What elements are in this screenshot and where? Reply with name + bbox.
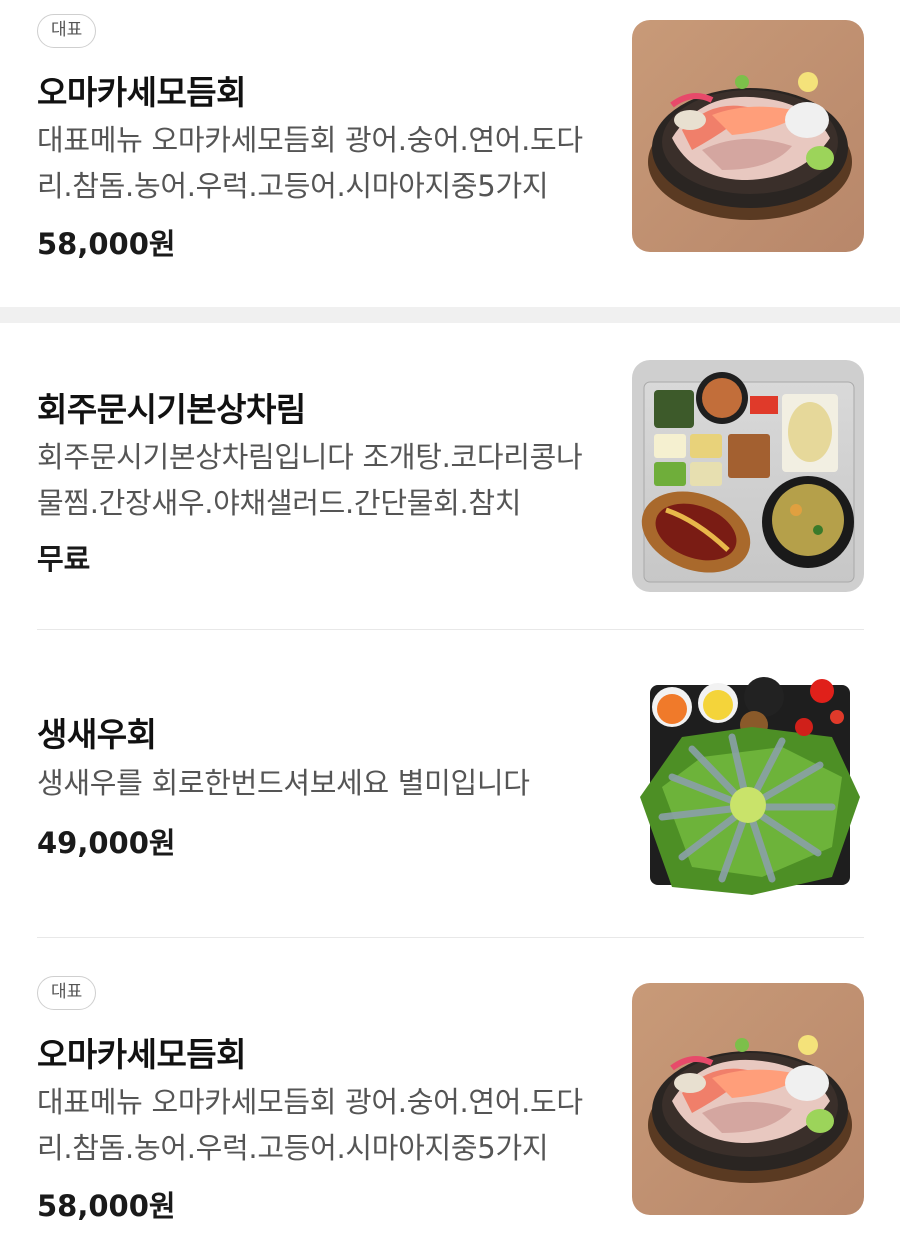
section-divider bbox=[0, 307, 900, 323]
menu-item-description: 생새우를 회로한번드셔보세요 별미입니다 bbox=[37, 766, 530, 800]
menu-item-name: 회주문시기본상차림 bbox=[37, 390, 306, 429]
raw-shrimp-image bbox=[632, 667, 864, 899]
representative-badge: 대표 bbox=[37, 976, 97, 1010]
menu-item-raw-shrimp[interactable]: 생새우회 생새우를 회로한번드셔보세요 별미입니다 49,000원 bbox=[0, 630, 900, 937]
menu-item-name: 생새우회 bbox=[37, 715, 157, 754]
menu-item-omakase-2[interactable]: 대표 오마카세모듬회 대표메뉴 오마카세모듬회 광어.숭어.연어.도다리.참돔.… bbox=[0, 938, 900, 1243]
menu-item-basic-table-setting[interactable]: 회주문시기본상차림 회주문시기본상차림입니다 조개탕.코다리콩나물찜.간장새우.… bbox=[0, 323, 900, 630]
menu-item-description: 회주문시기본상차림입니다 조개탕.코다리콩나물찜.간장새우.야채샐러드.간단물회… bbox=[37, 440, 583, 520]
menu-item-price: 58,000원 bbox=[37, 227, 176, 261]
menu-item-name: 오마카세모듬회 bbox=[37, 73, 247, 112]
menu-item-price: 무료 bbox=[37, 542, 91, 576]
sashimi-platter-image bbox=[632, 983, 864, 1215]
menu-item-price: 58,000원 bbox=[37, 1189, 176, 1223]
representative-badge: 대표 bbox=[37, 14, 97, 48]
side-dishes-image bbox=[632, 360, 864, 592]
menu-item-description: 대표메뉴 오마카세모듬회 광어.숭어.연어.도다리.참돔.농어.우럭.고등어.시… bbox=[37, 1085, 583, 1165]
menu-item-price: 49,000원 bbox=[37, 826, 176, 860]
menu-item-description: 대표메뉴 오마카세모듬회 광어.숭어.연어.도다리.참돔.농어.우럭.고등어.시… bbox=[37, 123, 583, 203]
menu-item-name: 오마카세모듬회 bbox=[37, 1035, 247, 1074]
menu-item-omakase-1[interactable]: 대표 오마카세모듬회 대표메뉴 오마카세모듬회 광어.숭어.연어.도다리.참돔.… bbox=[0, 0, 900, 307]
sashimi-platter-image bbox=[632, 20, 864, 252]
